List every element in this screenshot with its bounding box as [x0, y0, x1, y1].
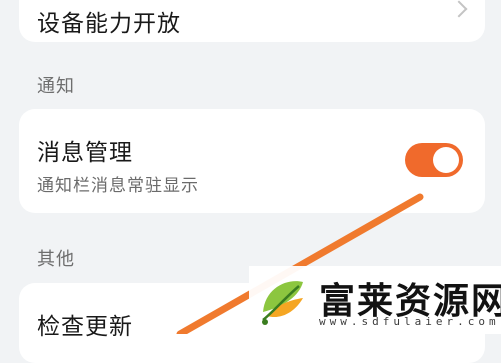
section-header-other: 其他 [37, 249, 75, 270]
chevron-right-icon [450, 0, 468, 18]
device-capability-title: 设备能力开放 [37, 11, 181, 37]
section-header-notify: 通知 [37, 76, 75, 97]
message-management-title: 消息管理 [37, 140, 133, 166]
leaf-logo [262, 281, 303, 325]
message-management-subtitle: 通知栏消息常驻显示 [37, 176, 199, 196]
message-persistent-toggle[interactable] [405, 143, 463, 177]
check-update-title: 检查更新 [37, 314, 133, 340]
watermark-url: www.sdfulaier.com [319, 315, 500, 328]
device-capability-row[interactable]: 设备能力开放 [19, 0, 485, 42]
toggle-knob [433, 147, 459, 173]
watermark: 富莱资源网 www.sdfulaier.com [249, 266, 501, 334]
message-management-card: 消息管理 通知栏消息常驻显示 [19, 109, 485, 213]
